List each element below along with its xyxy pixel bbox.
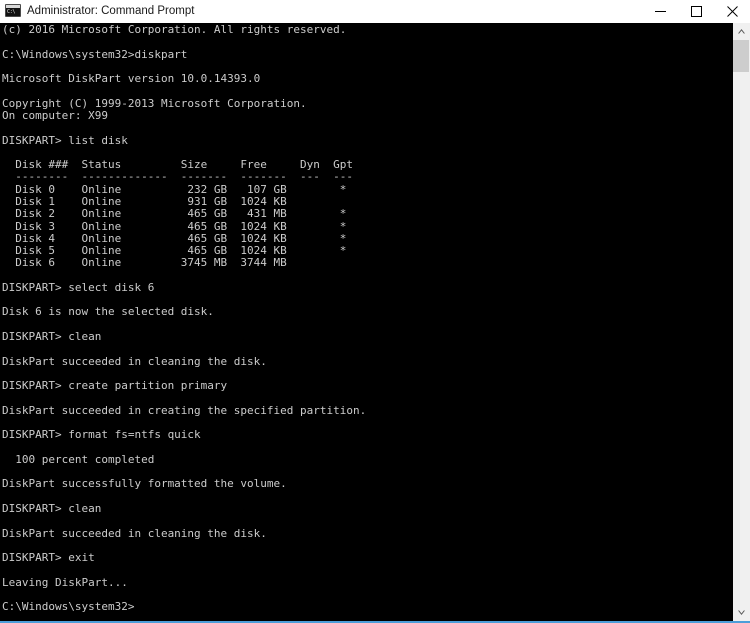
console-line: DISKPART> clean	[2, 330, 102, 344]
console-line: C:\Windows\system32>	[2, 600, 135, 614]
console-line: DiskPart succeeded in cleaning the disk.	[2, 354, 267, 368]
console-line: DiskPart succeeded in creating the speci…	[2, 403, 367, 417]
console-icon: C:\	[5, 4, 21, 18]
scrollbar-thumb[interactable]	[733, 40, 749, 72]
console-line: Leaving DiskPart...	[2, 575, 128, 589]
console-line: DISKPART> create partition primary	[2, 379, 228, 393]
console-line: DiskPart successfully formatted the volu…	[2, 477, 287, 491]
command-prompt-window: C:\ Administrator: Command Prompt (c) 20…	[0, 0, 750, 623]
console-line: Microsoft DiskPart version 10.0.14393.0	[2, 72, 261, 86]
console-line: (c) 2016 Microsoft Corporation. All righ…	[2, 23, 347, 36]
vertical-scrollbar[interactable]	[732, 23, 750, 621]
close-button[interactable]	[714, 0, 750, 22]
console-line: Copyright (C) 1999-2013 Microsoft Corpor…	[2, 96, 307, 110]
titlebar[interactable]: C:\ Administrator: Command Prompt	[0, 0, 750, 23]
console-line: On computer: X99	[2, 108, 108, 122]
console-line: Disk 6 Online 3745 MB 3744 MB	[2, 256, 287, 270]
console-line: -------- ------------- ------- ------- -…	[2, 170, 353, 184]
window-body: (c) 2016 Microsoft Corporation. All righ…	[0, 23, 750, 621]
scroll-up-arrow-icon[interactable]	[733, 23, 749, 40]
console-output-area[interactable]: (c) 2016 Microsoft Corporation. All righ…	[0, 23, 732, 621]
window-controls	[642, 0, 750, 22]
console-line: DISKPART> exit	[2, 551, 95, 565]
scroll-down-arrow-icon[interactable]	[733, 604, 749, 621]
window-title: Administrator: Command Prompt	[27, 5, 195, 17]
minimize-button[interactable]	[642, 0, 678, 22]
console-line: DISKPART> clean	[2, 501, 102, 515]
maximize-button[interactable]	[678, 0, 714, 22]
console-line: DISKPART> format fs=ntfs quick	[2, 428, 201, 442]
console-line: DISKPART> select disk 6	[2, 280, 155, 294]
console-line: DISKPART> list disk	[2, 133, 128, 147]
console-line: Disk 6 is now the selected disk.	[2, 305, 214, 319]
console-line: 100 percent completed	[2, 452, 155, 466]
console-line: DiskPart succeeded in cleaning the disk.	[2, 526, 267, 540]
console-text: (c) 2016 Microsoft Corporation. All righ…	[0, 23, 732, 614]
console-line: Disk 3 Online 465 GB 1024 KB *	[2, 219, 347, 233]
console-icon-glyph: C:\	[7, 9, 16, 15]
scrollbar-track[interactable]	[733, 40, 750, 604]
console-line: Disk 2 Online 465 GB 431 MB *	[2, 207, 347, 221]
console-line: C:\Windows\system32>diskpart	[2, 47, 188, 61]
